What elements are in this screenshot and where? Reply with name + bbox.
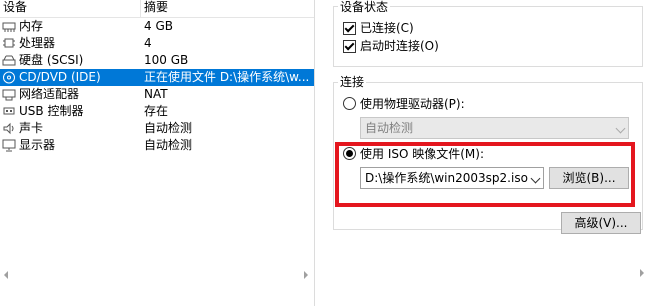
device-name: 显示器	[19, 138, 56, 152]
scroll-left-icon[interactable]	[2, 270, 10, 280]
device-summary: NAT	[144, 87, 168, 101]
device-list: 设备 摘要 内存 4 GB 处理器 4 硬盘 (SCSI) 100 GB CD/…	[0, 0, 314, 306]
cd-dvd-icon	[3, 71, 15, 84]
panel-divider[interactable]	[314, 0, 315, 306]
hard-disk-icon	[2, 55, 16, 66]
column-header-device[interactable]: 设备	[3, 0, 27, 17]
device-summary: 自动检测	[144, 138, 193, 152]
device-row-sound-card[interactable]: 声卡 自动检测	[0, 120, 314, 137]
scroll-right-icon[interactable]	[302, 270, 310, 280]
physical-drive-radio[interactable]	[343, 97, 356, 110]
device-row-memory[interactable]: 内存 4 GB	[0, 18, 314, 35]
connection-title: 连接	[338, 75, 367, 89]
horizontal-scrollbar[interactable]	[0, 268, 314, 282]
device-name: USB 控制器	[19, 104, 84, 118]
device-summary: 4	[144, 36, 152, 50]
physical-drive-value: 自动检测	[365, 121, 414, 135]
device-summary: 正在使用文件 D:\操作系统\w...	[144, 70, 310, 84]
memory-icon	[2, 22, 16, 32]
device-row-hard-disk[interactable]: 硬盘 (SCSI) 100 GB	[0, 52, 314, 69]
connected-label[interactable]: 已连接(C)	[360, 21, 414, 35]
device-name: 硬盘 (SCSI)	[19, 53, 84, 67]
device-row-processor[interactable]: 处理器 4	[0, 35, 314, 52]
column-header-summary[interactable]: 摘要	[144, 0, 168, 17]
connect-on-power-label[interactable]: 启动时连接(O)	[360, 39, 439, 53]
device-summary: 存在	[144, 104, 169, 118]
display-icon	[2, 139, 16, 152]
processor-icon	[3, 38, 15, 48]
column-separator[interactable]	[140, 0, 141, 17]
device-name: 网络适配器	[19, 87, 80, 101]
device-row-network-adapter[interactable]: 网络适配器 NAT	[0, 86, 314, 103]
physical-drive-label[interactable]: 使用物理驱动器(P):	[360, 97, 465, 111]
device-name: 声卡	[19, 121, 44, 135]
scroll-right-icon[interactable]	[638, 268, 646, 278]
device-row-display[interactable]: 显示器 自动检测	[0, 137, 314, 154]
connect-on-power-checkbox[interactable]	[343, 40, 356, 53]
sound-card-icon	[3, 122, 14, 135]
advanced-button[interactable]: 高级(V)...	[561, 212, 641, 234]
highlight-annotation-box	[335, 142, 635, 207]
device-name: 内存	[19, 19, 44, 33]
chevron-down-icon	[615, 123, 626, 134]
network-adapter-icon	[2, 89, 16, 101]
device-summary: 100 GB	[144, 53, 189, 67]
device-summary: 自动检测	[144, 121, 193, 135]
device-summary: 4 GB	[144, 19, 173, 33]
device-status-title: 设备状态	[338, 0, 391, 14]
physical-drive-dropdown[interactable]: 自动检测	[360, 117, 629, 139]
device-name: 处理器	[19, 36, 56, 50]
device-row-usb-controller[interactable]: USB 控制器 存在	[0, 103, 314, 120]
device-name: CD/DVD (IDE)	[19, 70, 101, 84]
usb-controller-icon	[3, 107, 15, 115]
device-status-group	[333, 6, 643, 67]
connected-checkbox[interactable]	[343, 22, 356, 35]
device-row-cd-dvd[interactable]: CD/DVD (IDE) 正在使用文件 D:\操作系统\w...	[0, 69, 314, 86]
